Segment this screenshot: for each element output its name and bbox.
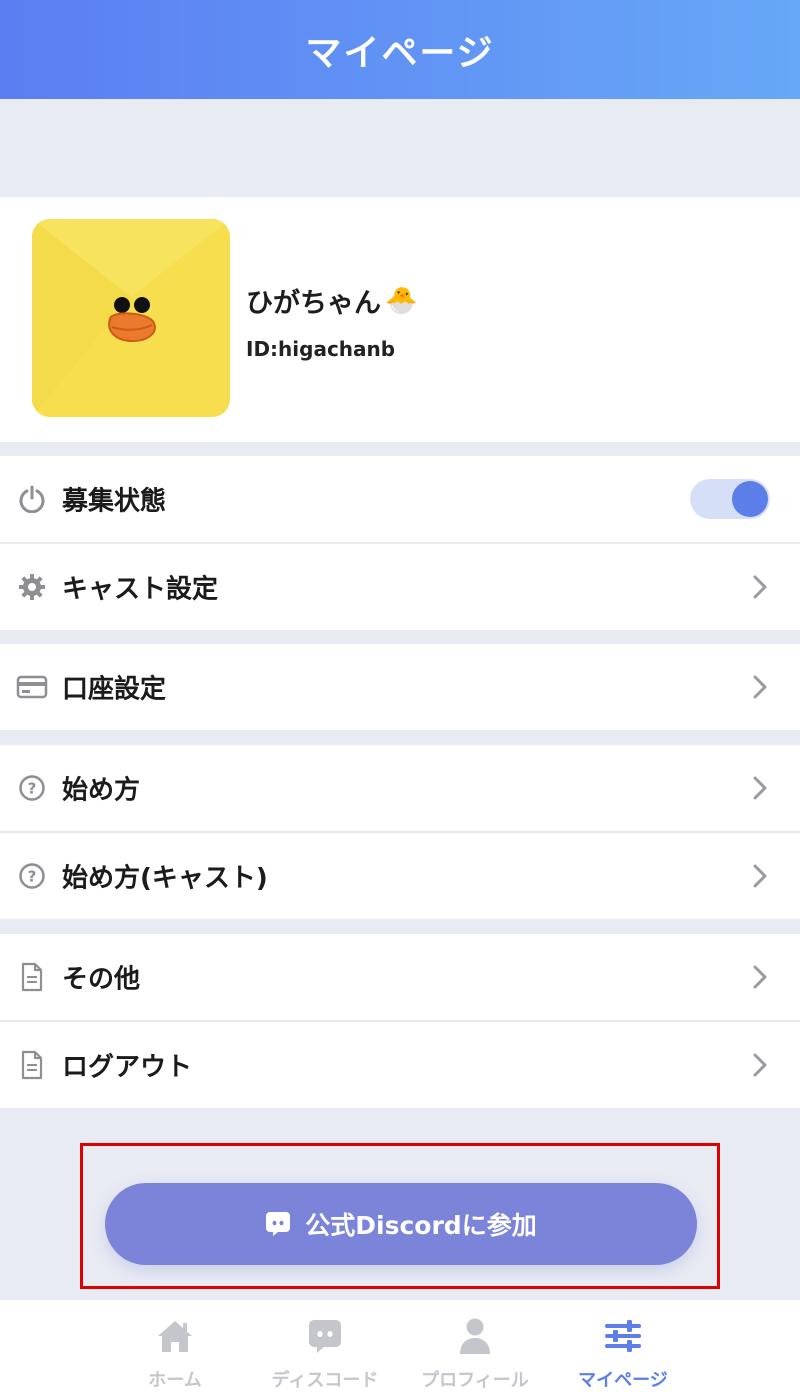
menu-label-logout: ログアウト: [62, 1052, 193, 1083]
discord-icon: [303, 1316, 347, 1356]
chevron-right-icon: [753, 965, 767, 989]
menu-item-other[interactable]: その他: [0, 934, 800, 1020]
duck-avatar-image: [32, 219, 230, 417]
profile-name-text: ひがちゃん: [246, 288, 381, 319]
tab-profile[interactable]: プロフィール: [400, 1300, 550, 1399]
power-icon: [16, 483, 48, 515]
menu-label-recruit-status: 募集状態: [62, 486, 167, 517]
question-circle-icon: ?: [16, 860, 48, 892]
avatar[interactable]: [32, 219, 230, 417]
profile-card[interactable]: ひがちゃん 🐣 ID:higachanb: [0, 197, 800, 442]
chevron-right-icon: [753, 675, 767, 699]
recruit-status-toggle[interactable]: [690, 479, 770, 519]
app-header: マイページ: [0, 0, 800, 99]
chevron-right-icon: [753, 864, 767, 888]
menu-item-cast-settings[interactable]: キャスト設定: [0, 544, 800, 630]
page-title: マイページ: [305, 32, 495, 74]
tab-mypage[interactable]: マイページ: [548, 1300, 698, 1399]
tab-label-profile: プロフィール: [421, 1370, 529, 1391]
hatching-chick-icon: 🐣: [385, 285, 418, 316]
credit-card-icon: [16, 671, 48, 703]
discord-button-highlight: 公式Discordに参加: [80, 1143, 720, 1289]
svg-text:?: ?: [28, 780, 37, 798]
chevron-right-icon: [753, 776, 767, 800]
menu-item-recruit-status: 募集状態: [0, 456, 800, 542]
toggle-knob: [732, 481, 768, 517]
person-icon: [453, 1316, 497, 1356]
sliders-icon: [601, 1316, 645, 1356]
document-icon: [16, 1049, 48, 1081]
discord-icon: [266, 1212, 291, 1236]
question-circle-icon: ?: [16, 772, 48, 804]
menu-item-account-settings[interactable]: 口座設定: [0, 644, 800, 730]
profile-id: ID:higachanb: [246, 337, 396, 361]
menu-label-how-to-cast: 始め方(キャスト): [62, 863, 268, 894]
menu-label-how-to: 始め方: [62, 775, 141, 806]
tab-label-mypage: マイページ: [578, 1370, 668, 1391]
profile-name: ひがちゃん 🐣: [246, 281, 417, 320]
menu-label-cast-settings: キャスト設定: [62, 574, 219, 605]
join-discord-button[interactable]: 公式Discordに参加: [105, 1183, 697, 1265]
menu-label-account-settings: 口座設定: [62, 674, 167, 705]
menu-label-other: その他: [62, 964, 141, 995]
tab-label-home: ホーム: [148, 1370, 202, 1391]
chevron-right-icon: [753, 575, 767, 599]
home-icon: [153, 1316, 197, 1356]
tab-home[interactable]: ホーム: [100, 1300, 250, 1399]
bottom-tab-bar: ホーム ディスコード プロフィール マイページ: [0, 1300, 800, 1399]
tab-label-discord: ディスコード: [271, 1370, 379, 1391]
gear-icon: [16, 571, 48, 603]
join-discord-label: 公式Discordに参加: [305, 1211, 537, 1240]
menu-item-how-to-cast[interactable]: ? 始め方(キャスト): [0, 833, 800, 919]
menu-item-how-to[interactable]: ? 始め方: [0, 745, 800, 831]
document-icon: [16, 961, 48, 993]
svg-text:?: ?: [28, 868, 37, 886]
tab-discord[interactable]: ディスコード: [250, 1300, 400, 1399]
menu-item-logout[interactable]: ログアウト: [0, 1022, 800, 1108]
chevron-right-icon: [753, 1053, 767, 1077]
